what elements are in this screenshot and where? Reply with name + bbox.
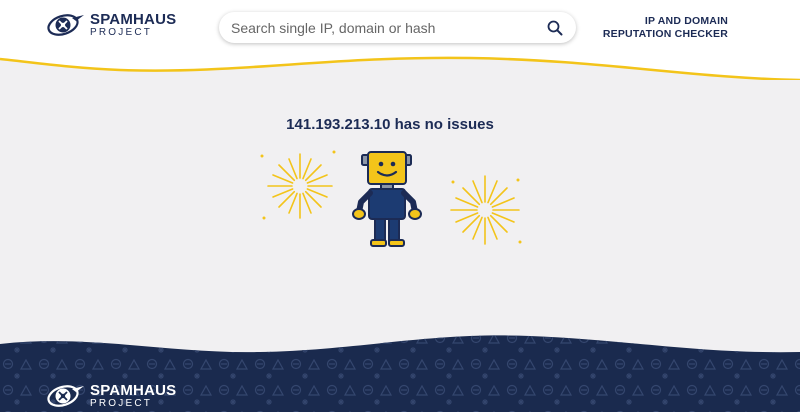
result-message: 141.193.213.10 has no issues [286, 116, 494, 133]
footer-logo-subtitle: PROJECT [90, 398, 153, 409]
spamhaus-logo-icon [47, 14, 84, 36]
search-input[interactable] [231, 19, 546, 36]
spamhaus-logo-icon [47, 385, 84, 407]
celebration-illustration [260, 150, 522, 247]
search-bar[interactable] [219, 12, 576, 43]
site-header: SPAMHAUS PROJECT IP AND DOMAIN REPUTATIO… [0, 0, 800, 80]
footer-logo-name: SPAMHAUS [90, 382, 177, 399]
tagline: IP AND DOMAIN REPUTATION CHECKER [603, 15, 728, 41]
firework-right-icon [450, 175, 522, 245]
firework-left-icon [260, 150, 336, 220]
robot-icon [352, 151, 422, 247]
search-icon[interactable] [546, 19, 564, 37]
logo-subtitle: PROJECT [90, 27, 153, 38]
tagline-line-2: REPUTATION CHECKER [602, 28, 728, 40]
spamhaus-logo[interactable]: SPAMHAUS PROJECT [46, 12, 216, 38]
logo-name: SPAMHAUS [90, 11, 177, 28]
footer-logo[interactable]: SPAMHAUS PROJECT [46, 383, 176, 409]
tagline-line-1: IP AND DOMAIN [644, 15, 728, 27]
